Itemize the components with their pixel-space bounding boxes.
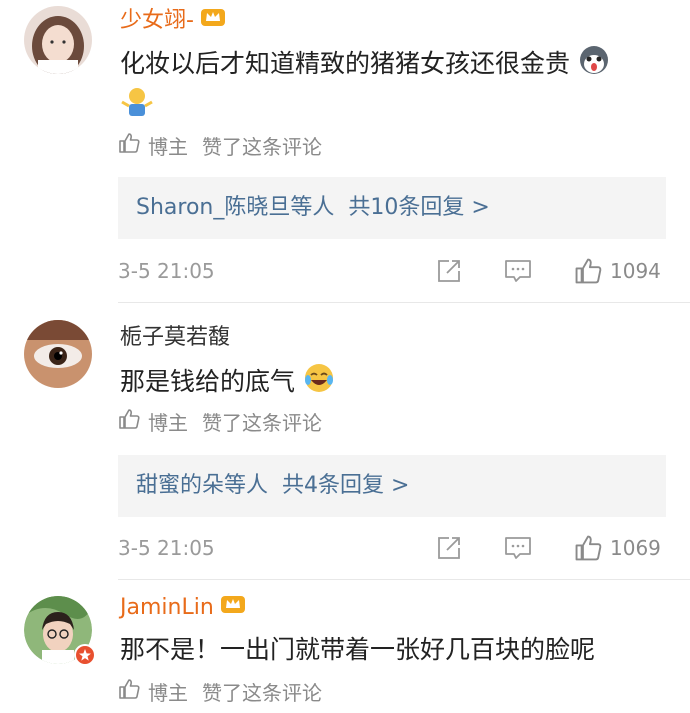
author-liked-row: 博主 赞了这条评论 [118,408,322,437]
replies-link[interactable]: 甜蜜的朵等人 共4条回复 > [118,455,666,517]
liked-author: 博主 [148,134,188,159]
username-text[interactable]: 少女翊- [120,8,194,33]
comment-time: 3-5 21:05 [118,259,215,283]
comment-time: 3-5 21:05 [118,536,215,560]
share-icon[interactable] [436,535,462,565]
verified-badge-icon [74,644,96,666]
avatar[interactable] [24,320,92,388]
username[interactable]: 栀子莫若馥 [120,324,230,352]
author-liked-row: 博主 赞了这条评论 [118,132,322,161]
like-button[interactable]: 1094 [574,256,661,286]
replies-link[interactable]: Sharon_陈晓旦等人 共10条回复 > [118,177,666,239]
divider [118,579,690,580]
comment-text: 化妆以后才知道精致的猪猪女孩还很金贵 [120,44,610,86]
author-liked-row: 博主 赞了这条评论 [118,678,322,707]
like-count: 1069 [610,536,661,560]
reply-users[interactable]: 甜蜜的朵等人 [136,473,268,498]
thumb-up-icon [118,678,140,707]
comment-icon[interactable] [504,258,532,288]
thumb-up-icon [118,132,140,161]
thumb-up-icon [118,408,140,437]
liked-author: 博主 [148,680,188,705]
comment-text: 那是钱给的底气 [120,362,335,404]
like-button[interactable]: 1069 [574,533,661,563]
username[interactable]: JaminLin [120,593,246,623]
avatar[interactable] [24,596,96,666]
share-icon[interactable] [436,258,462,288]
shrug-emoji [120,84,154,122]
comment-icon[interactable] [504,535,532,565]
reply-count[interactable]: 共10条回复 > [348,195,489,220]
crown-icon [200,6,226,36]
comment-text-content: 那是钱给的底气 [120,367,296,396]
liked-text: 赞了这条评论 [202,680,322,705]
reply-count[interactable]: 共4条回复 > [282,473,409,498]
divider [118,302,690,303]
comment-text-content: 那不是！一出门就带着一张好几百块的脸呢 [120,635,596,664]
thumb-up-icon[interactable] [574,534,602,562]
username-text[interactable]: JaminLin [120,595,214,620]
liked-text: 赞了这条评论 [202,410,322,435]
reply-users[interactable]: Sharon_陈晓旦等人 [136,195,334,220]
laugh-cry-emoji [303,362,335,404]
like-count: 1094 [610,259,661,283]
avatar[interactable] [24,6,92,74]
liked-author: 博主 [148,410,188,435]
husky-emoji [578,44,610,86]
liked-text: 赞了这条评论 [202,134,322,159]
comment-text: 那不是！一出门就带着一张好几百块的脸呢 [120,632,595,668]
comment-meta: 3-5 21:05 1069 [118,533,666,563]
username-text[interactable]: 栀子莫若馥 [120,325,230,350]
crown-icon [220,593,246,623]
comment-text-content: 化妆以后才知道精致的猪猪女孩还很金贵 [120,49,571,78]
thumb-up-icon[interactable] [574,257,602,285]
username[interactable]: 少女翊- [120,6,226,36]
comment-meta: 3-5 21:05 1094 [118,256,666,286]
